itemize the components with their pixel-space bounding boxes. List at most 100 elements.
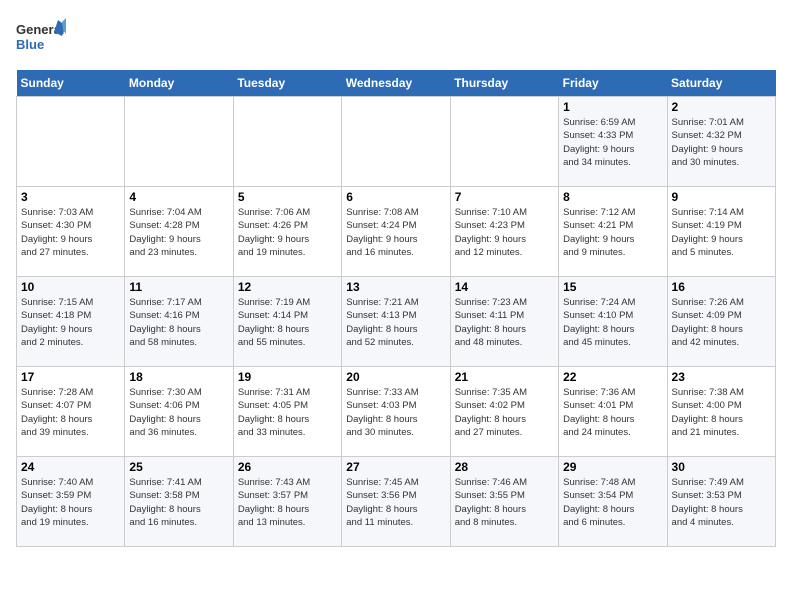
calendar-cell: 10 Sunrise: 7:15 AMSunset: 4:18 PMDayligh…	[17, 277, 125, 367]
day-number: 10	[21, 280, 120, 294]
calendar-cell: 24 Sunrise: 7:40 AMSunset: 3:59 PMDayligh…	[17, 457, 125, 547]
calendar-cell: 28 Sunrise: 7:46 AMSunset: 3:55 PMDayligh…	[450, 457, 558, 547]
day-info: Sunrise: 7:23 AMSunset: 4:11 PMDaylight:…	[455, 296, 554, 349]
day-number: 5	[238, 190, 337, 204]
logo: General Blue	[16, 16, 66, 60]
calendar-cell: 4 Sunrise: 7:04 AMSunset: 4:28 PMDaylight…	[125, 187, 233, 277]
day-number: 15	[563, 280, 662, 294]
calendar-cell: 19 Sunrise: 7:31 AMSunset: 4:05 PMDayligh…	[233, 367, 341, 457]
day-number: 3	[21, 190, 120, 204]
day-info: Sunrise: 7:28 AMSunset: 4:07 PMDaylight:…	[21, 386, 120, 439]
calendar-cell: 26 Sunrise: 7:43 AMSunset: 3:57 PMDayligh…	[233, 457, 341, 547]
day-header-sunday: Sunday	[17, 70, 125, 97]
logo-svg: General Blue	[16, 16, 66, 60]
day-number: 30	[672, 460, 771, 474]
day-header-wednesday: Wednesday	[342, 70, 450, 97]
day-number: 9	[672, 190, 771, 204]
day-info: Sunrise: 7:24 AMSunset: 4:10 PMDaylight:…	[563, 296, 662, 349]
day-info: Sunrise: 7:21 AMSunset: 4:13 PMDaylight:…	[346, 296, 445, 349]
calendar-cell: 23 Sunrise: 7:38 AMSunset: 4:00 PMDayligh…	[667, 367, 775, 457]
day-number: 29	[563, 460, 662, 474]
calendar-cell	[233, 97, 341, 187]
day-info: Sunrise: 7:36 AMSunset: 4:01 PMDaylight:…	[563, 386, 662, 439]
day-info: Sunrise: 7:15 AMSunset: 4:18 PMDaylight:…	[21, 296, 120, 349]
calendar-cell	[17, 97, 125, 187]
day-number: 7	[455, 190, 554, 204]
day-info: Sunrise: 7:49 AMSunset: 3:53 PMDaylight:…	[672, 476, 771, 529]
day-info: Sunrise: 7:46 AMSunset: 3:55 PMDaylight:…	[455, 476, 554, 529]
day-number: 16	[672, 280, 771, 294]
day-info: Sunrise: 7:33 AMSunset: 4:03 PMDaylight:…	[346, 386, 445, 439]
calendar-cell: 3 Sunrise: 7:03 AMSunset: 4:30 PMDaylight…	[17, 187, 125, 277]
day-info: Sunrise: 7:12 AMSunset: 4:21 PMDaylight:…	[563, 206, 662, 259]
day-header-monday: Monday	[125, 70, 233, 97]
calendar-header: SundayMondayTuesdayWednesdayThursdayFrid…	[17, 70, 776, 97]
calendar-cell: 8 Sunrise: 7:12 AMSunset: 4:21 PMDaylight…	[559, 187, 667, 277]
calendar-cell: 30 Sunrise: 7:49 AMSunset: 3:53 PMDayligh…	[667, 457, 775, 547]
day-info: Sunrise: 7:03 AMSunset: 4:30 PMDaylight:…	[21, 206, 120, 259]
day-header-thursday: Thursday	[450, 70, 558, 97]
day-number: 21	[455, 370, 554, 384]
day-header-tuesday: Tuesday	[233, 70, 341, 97]
day-number: 22	[563, 370, 662, 384]
day-info: Sunrise: 7:19 AMSunset: 4:14 PMDaylight:…	[238, 296, 337, 349]
calendar-cell: 27 Sunrise: 7:45 AMSunset: 3:56 PMDayligh…	[342, 457, 450, 547]
page-header: General Blue	[16, 16, 776, 60]
calendar-cell: 1 Sunrise: 6:59 AMSunset: 4:33 PMDaylight…	[559, 97, 667, 187]
day-number: 8	[563, 190, 662, 204]
day-number: 13	[346, 280, 445, 294]
calendar-cell: 12 Sunrise: 7:19 AMSunset: 4:14 PMDayligh…	[233, 277, 341, 367]
day-number: 12	[238, 280, 337, 294]
calendar-cell: 17 Sunrise: 7:28 AMSunset: 4:07 PMDayligh…	[17, 367, 125, 457]
day-info: Sunrise: 7:08 AMSunset: 4:24 PMDaylight:…	[346, 206, 445, 259]
day-number: 24	[21, 460, 120, 474]
day-info: Sunrise: 7:43 AMSunset: 3:57 PMDaylight:…	[238, 476, 337, 529]
calendar-cell: 6Sunrise: 7:08 AMSunset: 4:24 PMDaylight…	[342, 187, 450, 277]
day-info: Sunrise: 7:17 AMSunset: 4:16 PMDaylight:…	[129, 296, 228, 349]
day-number: 2	[672, 100, 771, 114]
day-info: Sunrise: 7:35 AMSunset: 4:02 PMDaylight:…	[455, 386, 554, 439]
calendar-cell: 22 Sunrise: 7:36 AMSunset: 4:01 PMDayligh…	[559, 367, 667, 457]
day-info: Sunrise: 7:31 AMSunset: 4:05 PMDaylight:…	[238, 386, 337, 439]
day-info: Sunrise: 7:26 AMSunset: 4:09 PMDaylight:…	[672, 296, 771, 349]
calendar-cell: 16 Sunrise: 7:26 AMSunset: 4:09 PMDayligh…	[667, 277, 775, 367]
day-number: 17	[21, 370, 120, 384]
day-number: 19	[238, 370, 337, 384]
day-number: 11	[129, 280, 228, 294]
day-number: 28	[455, 460, 554, 474]
day-info: Sunrise: 7:04 AMSunset: 4:28 PMDaylight:…	[129, 206, 228, 259]
day-info: Sunrise: 7:38 AMSunset: 4:00 PMDaylight:…	[672, 386, 771, 439]
calendar-cell	[450, 97, 558, 187]
calendar-cell: 20 Sunrise: 7:33 AMSunset: 4:03 PMDayligh…	[342, 367, 450, 457]
calendar-cell: 13 Sunrise: 7:21 AMSunset: 4:13 PMDayligh…	[342, 277, 450, 367]
calendar-cell: 18 Sunrise: 7:30 AMSunset: 4:06 PMDayligh…	[125, 367, 233, 457]
day-info: Sunrise: 6:59 AMSunset: 4:33 PMDaylight:…	[563, 116, 662, 169]
day-number: 18	[129, 370, 228, 384]
day-number: 1	[563, 100, 662, 114]
calendar-cell: 11 Sunrise: 7:17 AMSunset: 4:16 PMDayligh…	[125, 277, 233, 367]
day-number: 25	[129, 460, 228, 474]
day-header-saturday: Saturday	[667, 70, 775, 97]
day-number: 26	[238, 460, 337, 474]
day-info: Sunrise: 7:06 AMSunset: 4:26 PMDaylight:…	[238, 206, 337, 259]
calendar-cell: 7Sunrise: 7:10 AMSunset: 4:23 PMDaylight…	[450, 187, 558, 277]
day-info: Sunrise: 7:30 AMSunset: 4:06 PMDaylight:…	[129, 386, 228, 439]
day-info: Sunrise: 7:45 AMSunset: 3:56 PMDaylight:…	[346, 476, 445, 529]
calendar-cell: 25 Sunrise: 7:41 AMSunset: 3:58 PMDayligh…	[125, 457, 233, 547]
day-info: Sunrise: 7:48 AMSunset: 3:54 PMDaylight:…	[563, 476, 662, 529]
calendar-table: SundayMondayTuesdayWednesdayThursdayFrid…	[16, 70, 776, 547]
day-number: 27	[346, 460, 445, 474]
day-info: Sunrise: 7:14 AMSunset: 4:19 PMDaylight:…	[672, 206, 771, 259]
svg-text:Blue: Blue	[16, 37, 44, 52]
day-number: 20	[346, 370, 445, 384]
day-number: 23	[672, 370, 771, 384]
day-number: 4	[129, 190, 228, 204]
calendar-cell: 5 Sunrise: 7:06 AMSunset: 4:26 PMDaylight…	[233, 187, 341, 277]
calendar-cell: 29 Sunrise: 7:48 AMSunset: 3:54 PMDayligh…	[559, 457, 667, 547]
calendar-cell: 14Sunrise: 7:23 AMSunset: 4:11 PMDayligh…	[450, 277, 558, 367]
day-info: Sunrise: 7:40 AMSunset: 3:59 PMDaylight:…	[21, 476, 120, 529]
calendar-cell	[125, 97, 233, 187]
day-info: Sunrise: 7:41 AMSunset: 3:58 PMDaylight:…	[129, 476, 228, 529]
calendar-cell: 2 Sunrise: 7:01 AMSunset: 4:32 PMDaylight…	[667, 97, 775, 187]
day-info: Sunrise: 7:01 AMSunset: 4:32 PMDaylight:…	[672, 116, 771, 169]
